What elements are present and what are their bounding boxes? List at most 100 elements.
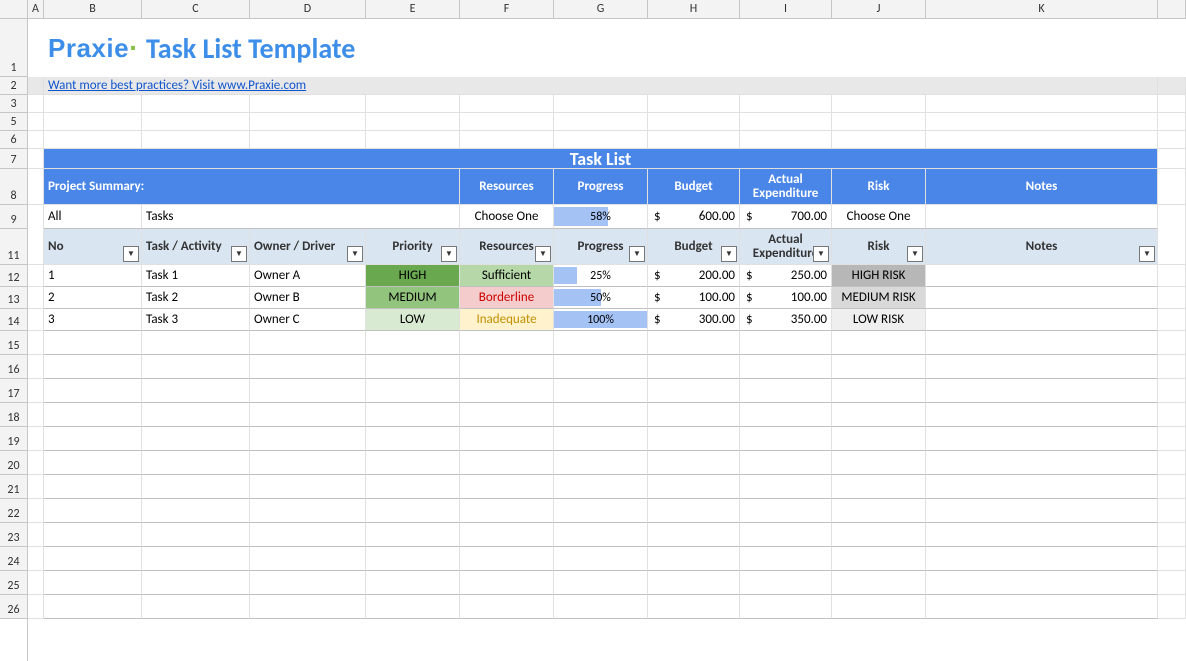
cell-empty[interactable] <box>44 427 142 451</box>
cell-empty[interactable] <box>250 331 366 355</box>
cell-empty[interactable] <box>926 451 1158 475</box>
row-header-13[interactable]: 13 <box>0 287 27 309</box>
filter-button-risk[interactable]: ▼ <box>907 246 923 262</box>
cell-empty[interactable] <box>740 571 832 595</box>
cell-empty[interactable] <box>460 403 554 427</box>
row-header-15[interactable]: 15 <box>0 331 27 355</box>
cell-empty[interactable] <box>460 355 554 379</box>
filter-button-actual[interactable]: ▼ <box>813 246 829 262</box>
row-header-8[interactable]: 8 <box>0 169 27 205</box>
cell-empty[interactable] <box>926 475 1158 499</box>
select-all-corner[interactable] <box>0 0 28 18</box>
cell-empty[interactable] <box>460 451 554 475</box>
cell-empty[interactable] <box>142 403 250 427</box>
col-header-extra[interactable] <box>1158 0 1186 18</box>
col-header-D[interactable]: D <box>250 0 366 18</box>
cell-empty[interactable] <box>926 379 1158 403</box>
cell-empty[interactable] <box>832 427 926 451</box>
cell-empty[interactable] <box>926 355 1158 379</box>
cell-empty[interactable] <box>460 331 554 355</box>
cell-empty[interactable] <box>740 403 832 427</box>
cell-budget[interactable]: $300.00 <box>648 309 740 331</box>
cell-empty[interactable] <box>740 331 832 355</box>
cell-empty[interactable] <box>366 571 460 595</box>
cell-empty[interactable] <box>142 547 250 571</box>
cell-empty[interactable] <box>740 451 832 475</box>
cell-empty[interactable] <box>142 595 250 619</box>
cell-empty[interactable] <box>250 547 366 571</box>
cell-empty[interactable] <box>44 451 142 475</box>
col-header-A[interactable]: A <box>28 0 44 18</box>
cell-empty[interactable] <box>832 499 926 523</box>
cell-empty[interactable] <box>832 595 926 619</box>
cell-notes[interactable] <box>926 309 1158 331</box>
cell-empty[interactable] <box>44 547 142 571</box>
cell-owner[interactable]: Owner A <box>250 265 366 287</box>
summary-progress-cell[interactable]: 58% <box>554 205 648 229</box>
cell-empty[interactable] <box>366 355 460 379</box>
cell-actual[interactable]: $350.00 <box>740 309 832 331</box>
cell-task[interactable]: Task 1 <box>142 265 250 287</box>
row-header-14[interactable]: 14 <box>0 309 27 331</box>
summary-budget[interactable]: $600.00 <box>648 205 740 229</box>
cell-risk[interactable]: HIGH RISK <box>832 265 926 287</box>
cell-empty[interactable] <box>554 547 648 571</box>
col-header-H[interactable]: H <box>648 0 740 18</box>
cell-empty[interactable] <box>832 403 926 427</box>
row-header-7[interactable]: 7 <box>0 149 27 169</box>
cell-empty[interactable] <box>142 379 250 403</box>
cell-empty[interactable] <box>250 595 366 619</box>
summary-risk[interactable]: Choose One <box>847 209 911 224</box>
cell-empty[interactable] <box>366 427 460 451</box>
row-header-2[interactable]: 2 <box>0 77 27 95</box>
cell-empty[interactable] <box>926 403 1158 427</box>
cell-empty[interactable] <box>44 595 142 619</box>
col-header-I[interactable]: I <box>740 0 832 18</box>
cell-empty[interactable] <box>366 499 460 523</box>
cell-empty[interactable] <box>554 403 648 427</box>
cell-empty[interactable] <box>460 547 554 571</box>
cell-empty[interactable] <box>366 547 460 571</box>
cell-empty[interactable] <box>740 475 832 499</box>
cell-empty[interactable] <box>740 595 832 619</box>
cell-resources[interactable]: Inadequate <box>460 309 554 331</box>
cell-empty[interactable] <box>44 475 142 499</box>
cell-priority[interactable]: HIGH <box>366 265 460 287</box>
row-header-24[interactable]: 24 <box>0 547 27 571</box>
cell-empty[interactable] <box>250 451 366 475</box>
cell-empty[interactable] <box>250 571 366 595</box>
row-header-21[interactable]: 21 <box>0 475 27 499</box>
cell-empty[interactable] <box>832 331 926 355</box>
cell-empty[interactable] <box>740 523 832 547</box>
cell-empty[interactable] <box>460 595 554 619</box>
col-header-J[interactable]: J <box>832 0 926 18</box>
cell-empty[interactable] <box>250 499 366 523</box>
cell-empty[interactable] <box>554 523 648 547</box>
cell-empty[interactable] <box>832 571 926 595</box>
cell-empty[interactable] <box>44 379 142 403</box>
row-header-5[interactable]: 5 <box>0 113 27 131</box>
cell-empty[interactable] <box>832 355 926 379</box>
cell-empty[interactable] <box>648 355 740 379</box>
cell-empty[interactable] <box>142 451 250 475</box>
cell-progress[interactable]: 100% <box>554 309 648 331</box>
cell-empty[interactable] <box>250 379 366 403</box>
filter-button-notes[interactable]: ▼ <box>1139 246 1155 262</box>
cell-actual[interactable]: $100.00 <box>740 287 832 309</box>
filter-button-task[interactable]: ▼ <box>231 246 247 262</box>
row-header-12[interactable]: 12 <box>0 265 27 287</box>
cell-empty[interactable] <box>554 595 648 619</box>
cell-priority[interactable]: LOW <box>366 309 460 331</box>
cell-actual[interactable]: $250.00 <box>740 265 832 287</box>
cell-empty[interactable] <box>926 595 1158 619</box>
cell-empty[interactable] <box>926 571 1158 595</box>
cell-empty[interactable] <box>648 595 740 619</box>
cell-empty[interactable] <box>740 547 832 571</box>
cell-owner[interactable]: Owner B <box>250 287 366 309</box>
cell-empty[interactable] <box>554 499 648 523</box>
cell-empty[interactable] <box>142 331 250 355</box>
cell-empty[interactable] <box>44 523 142 547</box>
cell-empty[interactable] <box>554 355 648 379</box>
cell-empty[interactable] <box>832 379 926 403</box>
cell-empty[interactable] <box>142 571 250 595</box>
